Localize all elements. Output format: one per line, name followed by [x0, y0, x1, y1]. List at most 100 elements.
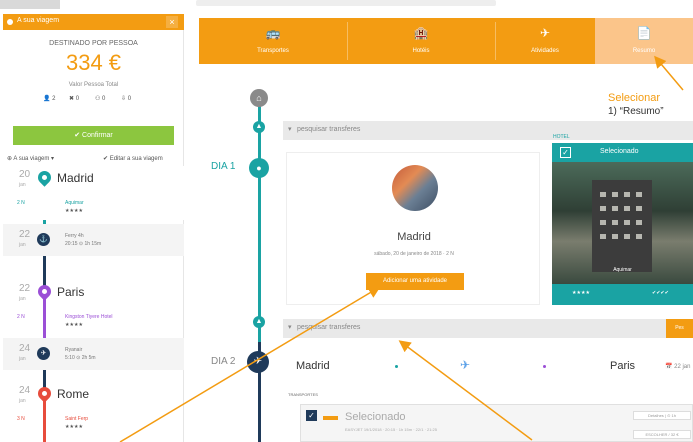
main-nav: 🚌 Transportes 🏨 Hotéis ✈ Atividades 📄 Re…	[199, 18, 693, 64]
route-destination: Paris	[610, 360, 636, 372]
transit-time: 5:10 ⊙ 2h 5m	[65, 355, 96, 361]
search-transfers-bar[interactable]: ▾ pesquisar transferes	[283, 319, 693, 338]
price-subcaption: Valor Pessoa Total	[68, 82, 119, 88]
ferry-icon: ⚓	[37, 233, 50, 246]
bus-icon: 🚌	[265, 26, 281, 40]
car-icon: ▲	[253, 316, 265, 328]
checkbox-icon[interactable]: ✓	[306, 410, 317, 421]
add-activity-button[interactable]: Adicionar uma atividade	[366, 273, 464, 290]
hotel-section-label: HOTEL	[553, 134, 570, 140]
stop-hotel[interactable]: Saint Ferp	[65, 416, 88, 422]
search-transfers-bar[interactable]: ▾ pesquisar transferes	[283, 121, 693, 140]
stop-stars: ★★★★	[65, 322, 83, 328]
stop-nights: 2 N	[17, 314, 25, 320]
city-date: sábado, 20 de janeiro de 2018 · 2 N	[374, 251, 454, 257]
route-date: 📅 22 jan	[665, 364, 691, 370]
stop-day: 22	[19, 229, 31, 240]
tab-hoteis[interactable]: 🏨 Hotéis	[347, 18, 495, 64]
plane-icon: ✈	[37, 347, 50, 360]
stop-month: jan	[19, 398, 26, 404]
route-dot	[543, 365, 546, 368]
search-button[interactable]: Pes	[666, 319, 693, 338]
plane-icon: ✈	[460, 358, 471, 372]
top-strip	[0, 0, 693, 14]
transit-name: Ferry 4h	[65, 233, 84, 239]
instruction-callout: Selecionar 1) “Resumo”	[606, 92, 693, 118]
tab-label: Resumo	[632, 48, 656, 54]
sidebar-timeline-segment	[43, 398, 46, 442]
search-transfers-label: pesquisar transferes	[297, 126, 361, 133]
trip-header: A sua viagem ×	[3, 14, 184, 30]
hotel-amenities: ✔✔✔✔	[652, 290, 669, 296]
stop-month: jan	[19, 242, 26, 248]
day-1-label: DIA 1	[211, 161, 236, 172]
price-caption: DESTINADO POR PESSOA	[49, 40, 138, 47]
children-count[interactable]: ✖ 0	[69, 95, 79, 102]
route-dot	[395, 365, 398, 368]
plane-icon: ✈	[247, 351, 269, 373]
map-pin-icon: ●	[249, 158, 269, 178]
transport-status: Selecionado	[345, 411, 406, 423]
stop-stars: ★★★★	[65, 208, 83, 214]
transit-name: Ryanair	[65, 347, 83, 353]
stop-day: 22	[19, 283, 31, 294]
chevron-down-icon: ▾	[288, 126, 292, 133]
trip-dropdown-link[interactable]: ⊕ A sua viagem ▾	[7, 155, 54, 162]
stop-month: jan	[19, 296, 26, 302]
hotel-card[interactable]: ✓ Selecionado Aquimar ★★★★ ✔✔✔✔	[552, 143, 693, 305]
passenger-counts: 👤 2 ✖ 0 ⚇ 0 ⇩ 0	[43, 95, 143, 107]
seniors-count[interactable]: ⇩ 0	[121, 95, 131, 102]
confirm-button[interactable]: ✔ Confirmar	[13, 126, 174, 145]
tab-transportes[interactable]: 🚌 Transportes	[199, 18, 347, 64]
transport-card[interactable]: ✓ Selecionado EASYJET 19/1/2018 · 20:15 …	[300, 404, 693, 442]
stop-city: Rome	[57, 387, 90, 401]
tab-label: Hotéis	[412, 48, 430, 54]
tab-resumo[interactable]: 📄 Resumo	[595, 18, 693, 64]
callout-line-1: Selecionar	[608, 92, 660, 104]
stop-day: 24	[19, 343, 31, 354]
close-icon[interactable]: ×	[166, 16, 178, 28]
hotel-icon: 🏨	[413, 26, 429, 40]
home-icon: ⌂	[250, 89, 268, 107]
stop-hotel[interactable]: Kingston Tiyere Hotel	[65, 314, 113, 320]
sidebar-links: ⊕ A sua viagem ▾ ✔ Editar a sua viagem	[7, 155, 182, 165]
city-card: Madrid sábado, 20 de janeiro de 2018 · 2…	[286, 152, 540, 305]
adults-count[interactable]: 👤 2	[43, 95, 55, 102]
stop-stars: ★★★★	[65, 424, 83, 430]
stop-city: Paris	[57, 285, 85, 299]
trip-sidebar: A sua viagem × DESTINADO POR PESSOA 334 …	[3, 14, 184, 442]
callout-line-2: 1) “Resumo”	[608, 106, 664, 117]
tab-atividades[interactable]: ✈ Atividades	[495, 18, 595, 64]
transit-time: 20:15 ⊙ 1h 15m	[65, 241, 102, 247]
infants-count[interactable]: ⚇ 0	[95, 95, 105, 102]
stop-day: 20	[19, 169, 31, 180]
search-transfers-label: pesquisar transferes	[297, 324, 361, 331]
price-value: 334 €	[65, 50, 122, 75]
browser-tab[interactable]	[0, 0, 60, 9]
stop-hotel[interactable]: Aquimar	[65, 200, 84, 206]
edit-trip-link[interactable]: ✔ Editar a sua viagem	[103, 155, 163, 162]
trip-dot-icon	[7, 19, 13, 25]
main-timeline	[257, 92, 262, 442]
transport-section-label: TRANSPORTES	[288, 392, 318, 397]
transport-details-button[interactable]: Detalhes | ⊙ 1h	[633, 411, 691, 420]
stop-month: jan	[19, 182, 26, 188]
route-row: Madrid ✈ Paris 📅 22 jan	[283, 349, 693, 385]
stop-day: 24	[19, 385, 31, 396]
transport-detail: EASYJET 19/1/2018 · 20:15 · 1h 15m · 22/…	[345, 427, 437, 432]
trip-header-label: A sua viagem	[17, 17, 60, 24]
hotel-card-header: ✓ Selecionado	[552, 143, 693, 162]
city-name: Madrid	[397, 231, 431, 243]
hotel-stars: ★★★★	[572, 290, 590, 296]
airline-logo	[323, 416, 338, 420]
plane-icon: ✈	[539, 26, 551, 40]
stop-nights: 3 N	[17, 416, 25, 422]
checkbox-icon[interactable]: ✓	[560, 147, 571, 158]
stop-city: Madrid	[57, 171, 94, 185]
city-photo	[392, 165, 438, 211]
top-faint-text	[196, 0, 496, 6]
transport-choose-button[interactable]: ESCOLHER / 32 €	[633, 430, 691, 439]
day-2-label: DIA 2	[211, 356, 236, 367]
hotel-name: Aquimar	[613, 267, 632, 273]
hotel-status: Selecionado	[600, 148, 639, 155]
